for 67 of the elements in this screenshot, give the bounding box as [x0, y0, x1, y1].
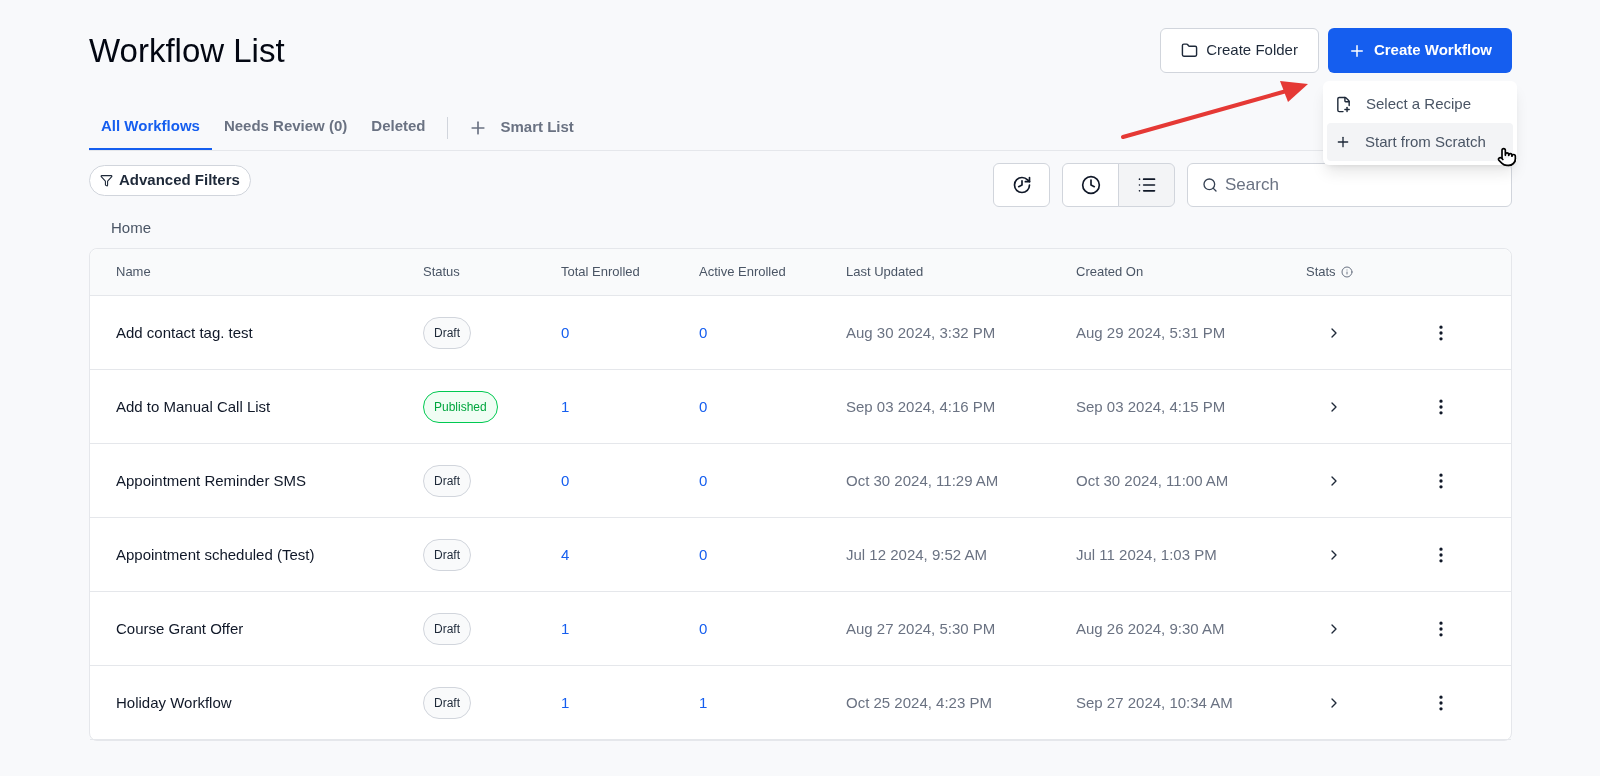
- advanced-filters-button[interactable]: Advanced Filters: [89, 165, 251, 196]
- clock-arrow-icon: [1011, 175, 1032, 195]
- create-folder-button[interactable]: Create Folder: [1160, 28, 1319, 73]
- create-workflow-button[interactable]: Create Workflow: [1327, 28, 1512, 73]
- workflow-name[interactable]: Add contact tag. test: [116, 323, 253, 341]
- last-updated-cell: Sep 03 2024, 4:16 PM: [846, 397, 996, 415]
- column-header: Stats: [1306, 263, 1336, 282]
- status-badge: Published: [423, 390, 498, 423]
- tab[interactable]: All Workflows: [89, 105, 212, 150]
- column-header: Created On: [1076, 263, 1144, 282]
- tab[interactable]: Needs Review (0): [211, 105, 360, 150]
- menu-item[interactable]: Start from Scratch: [1327, 123, 1513, 161]
- view-toggle-button[interactable]: [1062, 163, 1119, 207]
- clock-icon: [1080, 175, 1101, 195]
- active-enrolled-link[interactable]: 0: [699, 619, 708, 637]
- status-badge: Draft: [423, 538, 471, 571]
- created-on-cell: Sep 27 2024, 10:34 AM: [1076, 693, 1233, 711]
- plus-icon: [1335, 134, 1351, 150]
- status-badge: Draft: [423, 612, 471, 645]
- column-header: Total Enrolled: [561, 263, 640, 282]
- search-icon: [1202, 177, 1218, 193]
- status-badge: Draft: [423, 686, 471, 719]
- column-header: Status: [423, 263, 460, 282]
- active-enrolled-link[interactable]: 0: [699, 323, 708, 341]
- column-header: Last Updated: [846, 263, 924, 282]
- created-on-cell: Aug 29 2024, 5:31 PM: [1076, 323, 1226, 341]
- folder-icon: [1181, 42, 1199, 59]
- total-enrolled-link[interactable]: 1: [561, 693, 570, 711]
- document-plus-icon: [1335, 95, 1352, 113]
- status-badge: Draft: [423, 316, 471, 349]
- workflow-name[interactable]: Holiday Workflow: [116, 693, 232, 711]
- column-header: Active Enrolled: [699, 263, 786, 282]
- total-enrolled-link[interactable]: 1: [561, 619, 570, 637]
- status-badge: Draft: [423, 464, 471, 497]
- history-button[interactable]: [993, 163, 1050, 207]
- last-updated-cell: Jul 12 2024, 9:52 AM: [846, 545, 987, 563]
- active-enrolled-link[interactable]: 1: [699, 693, 708, 711]
- search-field[interactable]: Search: [1187, 163, 1512, 207]
- workflow-name[interactable]: Appointment Reminder SMS: [116, 471, 307, 489]
- created-on-cell: Sep 03 2024, 4:15 PM: [1076, 397, 1226, 415]
- smart-list-button[interactable]: Smart List: [458, 105, 584, 150]
- column-header: Name: [116, 263, 151, 282]
- total-enrolled-link[interactable]: 0: [561, 471, 570, 489]
- total-enrolled-link[interactable]: 0: [561, 323, 570, 341]
- list-icon: [1136, 175, 1157, 195]
- workflow-name[interactable]: Course Grant Offer: [116, 619, 244, 637]
- menu-item[interactable]: Select a Recipe: [1327, 85, 1513, 123]
- active-enrolled-link[interactable]: 0: [699, 545, 708, 563]
- created-on-cell: Jul 11 2024, 1:03 PM: [1076, 545, 1217, 563]
- created-on-cell: Oct 30 2024, 11:00 AM: [1076, 471, 1229, 489]
- last-updated-cell: Aug 27 2024, 5:30 PM: [846, 619, 996, 637]
- active-enrolled-link[interactable]: 0: [699, 471, 708, 489]
- total-enrolled-link[interactable]: 4: [561, 545, 570, 563]
- total-enrolled-link[interactable]: 1: [561, 397, 570, 415]
- view-toggle-button[interactable]: [1118, 163, 1175, 207]
- info-icon: [1340, 266, 1353, 278]
- active-enrolled-link[interactable]: 0: [699, 397, 708, 415]
- filter-icon: [100, 174, 113, 187]
- last-updated-cell: Oct 30 2024, 11:29 AM: [846, 471, 999, 489]
- workflow-name[interactable]: Add to Manual Call List: [116, 397, 271, 415]
- page-title: Workflow List: [89, 30, 285, 71]
- last-updated-cell: Oct 25 2024, 4:23 PM: [846, 693, 992, 711]
- created-on-cell: Aug 26 2024, 9:30 AM: [1076, 619, 1225, 637]
- workflow-name[interactable]: Appointment scheduled (Test): [116, 545, 315, 563]
- breadcrumb[interactable]: Home: [111, 217, 151, 239]
- last-updated-cell: Aug 30 2024, 3:32 PM: [846, 323, 996, 341]
- tab[interactable]: Deleted: [359, 105, 438, 150]
